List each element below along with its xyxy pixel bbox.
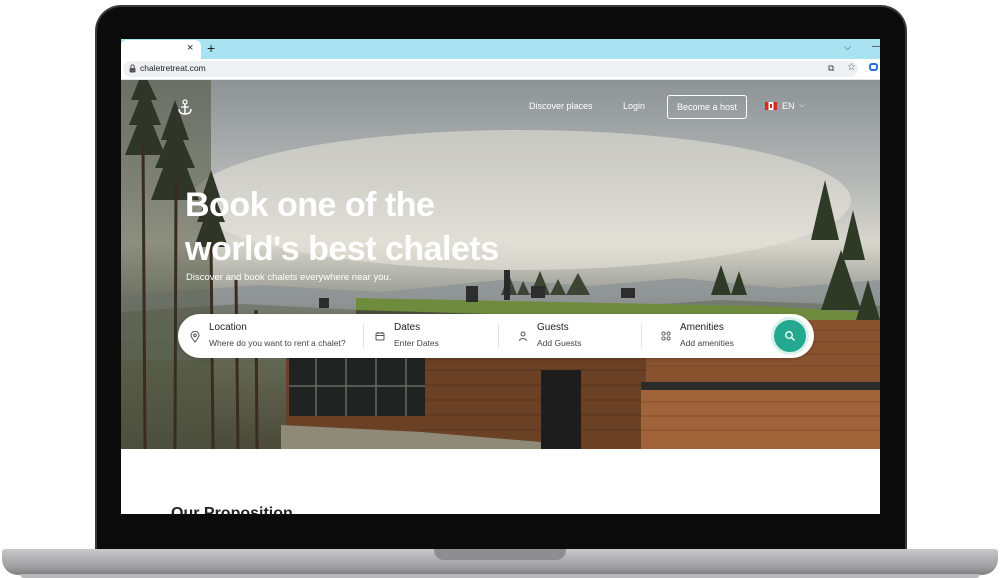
amenities-label: Amenities bbox=[680, 322, 724, 333]
hero-title: Book one of the world's best chalets bbox=[185, 183, 605, 271]
screen: × + ⌵ — chaletretreat.com ⧉ ☆ bbox=[121, 39, 880, 514]
location-pin-icon bbox=[190, 331, 200, 343]
amenities-input[interactable]: Add amenities bbox=[680, 338, 734, 348]
laptop-foot bbox=[20, 574, 980, 578]
new-tab-button[interactable]: + bbox=[207, 40, 215, 56]
profile-icon[interactable] bbox=[869, 63, 878, 71]
search-bar: Location Where do you want to rent a cha… bbox=[178, 314, 814, 358]
search-divider bbox=[363, 324, 364, 348]
browser-tabstrip: × + ⌵ — bbox=[121, 39, 880, 59]
tab-close-icon[interactable]: × bbox=[187, 42, 193, 54]
canada-flag-icon bbox=[765, 102, 777, 110]
search-button[interactable] bbox=[771, 317, 809, 355]
section-heading: Our Proposition bbox=[171, 505, 293, 514]
language-label: EN bbox=[782, 101, 795, 111]
person-icon bbox=[519, 331, 527, 342]
anchor-logo-icon[interactable] bbox=[178, 99, 192, 116]
hero-section: Discover places Login Become a host EN ⌵… bbox=[121, 80, 880, 449]
amenities-field[interactable]: Amenities Add amenities bbox=[661, 314, 771, 358]
hero-subtitle: Discover and book chalets everywhere nea… bbox=[186, 272, 392, 283]
search-divider bbox=[498, 324, 499, 348]
browser-tab[interactable]: × bbox=[121, 40, 201, 59]
location-label: Location bbox=[209, 322, 247, 333]
grid-icon bbox=[661, 331, 671, 341]
nav-login-link[interactable]: Login bbox=[623, 101, 645, 111]
bookmark-star-icon[interactable]: ☆ bbox=[847, 62, 856, 73]
location-input[interactable]: Where do you want to rent a chalet? bbox=[209, 338, 346, 348]
search-icon bbox=[785, 331, 795, 341]
dates-input[interactable]: Enter Dates bbox=[394, 338, 439, 348]
laptop-notch bbox=[434, 549, 566, 560]
lock-icon bbox=[129, 64, 136, 73]
chevron-down-icon: ⌵ bbox=[799, 102, 805, 109]
search-divider bbox=[641, 324, 642, 348]
hero-title-line2: world's best chalets bbox=[185, 230, 499, 268]
dates-field[interactable]: Dates Enter Dates bbox=[375, 314, 495, 358]
translate-icon[interactable]: ⧉ bbox=[828, 63, 834, 74]
calendar-icon bbox=[375, 332, 385, 341]
guests-input[interactable]: Add Guests bbox=[537, 338, 581, 348]
hero-title-line1: Book one of the bbox=[185, 186, 435, 224]
nav-discover-places-link[interactable]: Discover places bbox=[529, 101, 593, 111]
become-host-button[interactable]: Become a host bbox=[667, 95, 747, 119]
tab-search-chevron-icon[interactable]: ⌵ bbox=[844, 42, 851, 53]
window-minimize-button[interactable]: — bbox=[872, 41, 880, 52]
guests-field[interactable]: Guests Add Guests bbox=[518, 314, 638, 358]
guests-label: Guests bbox=[537, 322, 569, 333]
browser-toolbar: chaletretreat.com ⧉ ☆ bbox=[121, 59, 880, 80]
dates-label: Dates bbox=[394, 322, 421, 333]
language-selector[interactable]: EN ⌵ bbox=[765, 101, 805, 111]
omnibox[interactable]: chaletretreat.com ⧉ ☆ bbox=[123, 61, 858, 77]
location-field[interactable]: Location Where do you want to rent a cha… bbox=[190, 314, 355, 358]
url-text[interactable]: chaletretreat.com bbox=[140, 63, 206, 73]
